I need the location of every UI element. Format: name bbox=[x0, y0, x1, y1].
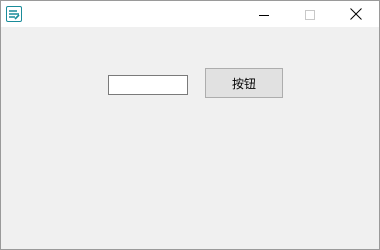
client-area: 按钮 bbox=[1, 27, 379, 249]
app-window: 按钮 bbox=[0, 0, 380, 250]
maximize-button[interactable] bbox=[287, 1, 333, 27]
minimize-icon bbox=[259, 5, 269, 24]
action-button[interactable]: 按钮 bbox=[205, 68, 283, 98]
maximize-icon bbox=[305, 5, 315, 24]
minimize-button[interactable] bbox=[241, 1, 287, 27]
close-icon bbox=[350, 5, 362, 24]
title-bar[interactable] bbox=[1, 1, 379, 27]
app-icon[interactable] bbox=[6, 6, 22, 22]
close-button[interactable] bbox=[333, 1, 379, 27]
text-input[interactable] bbox=[108, 75, 188, 95]
